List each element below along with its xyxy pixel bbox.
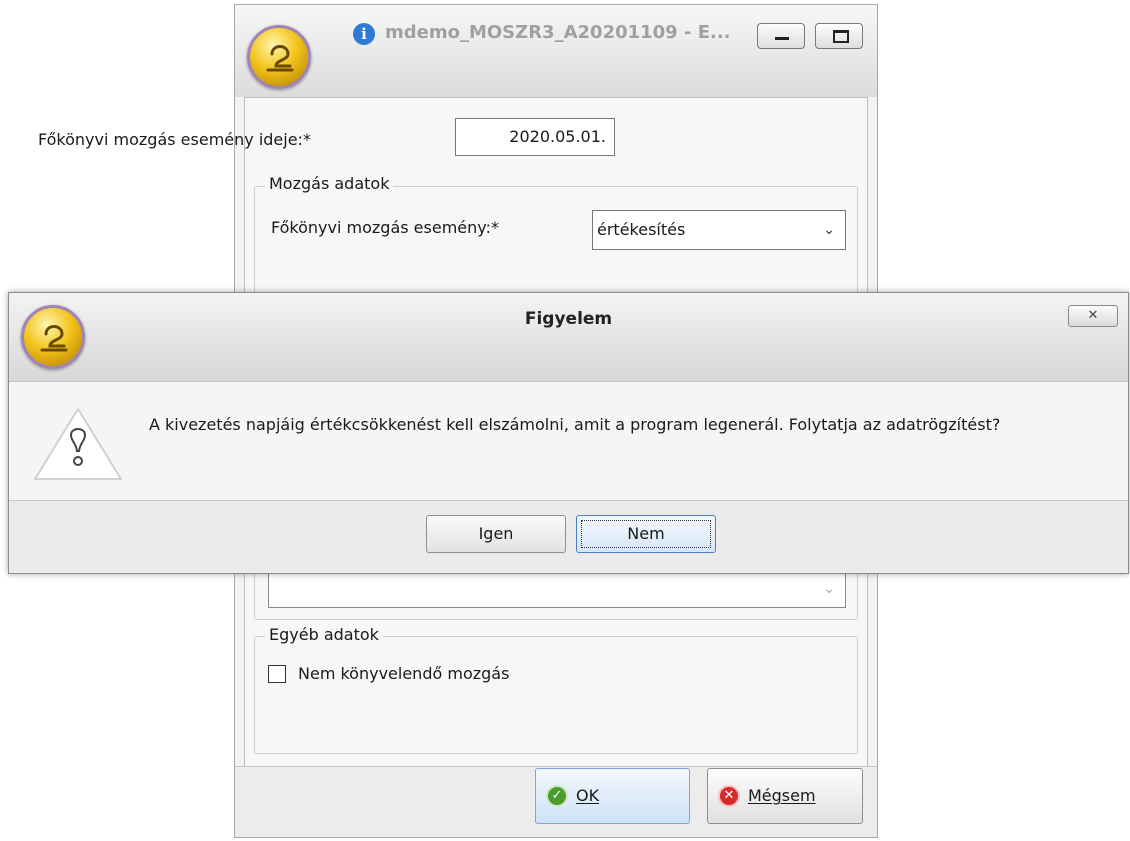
chevron-down-icon: ⌄ <box>823 222 835 238</box>
app-logo-icon <box>247 25 311 89</box>
dialog-button-bar <box>9 500 1128 573</box>
window-title: mdemo_MOSZR3_A20201109 - E... <box>385 22 731 43</box>
secondary-select[interactable]: ⌄ <box>268 570 846 608</box>
checkmark-icon: ✓ <box>546 785 568 807</box>
maximize-icon <box>833 30 849 43</box>
yes-button[interactable]: Igen <box>426 515 566 553</box>
ok-button-label: OK <box>576 786 600 805</box>
warning-icon <box>34 408 122 480</box>
date-label: Főkönyvi mozgás esemény ideje:* <box>38 130 311 149</box>
minimize-button[interactable] <box>757 23 805 49</box>
dialog-titlebar <box>9 293 1128 382</box>
minimize-icon <box>775 37 789 40</box>
not-bookable-checkbox[interactable] <box>268 665 286 683</box>
cancel-button-label: Mégsem <box>748 786 816 805</box>
ok-button[interactable]: ✓ OK <box>535 768 690 824</box>
movement-data-legend: Mozgás adatok <box>265 174 394 193</box>
other-data-legend: Egyéb adatok <box>265 625 383 644</box>
not-bookable-label: Nem könyvelendő mozgás <box>298 664 510 683</box>
info-icon: i <box>353 23 375 45</box>
event-label: Főkönyvi mozgás esemény:* <box>271 218 499 237</box>
dialog-title: Figyelem <box>524 309 613 329</box>
no-button[interactable]: Nem <box>576 515 716 553</box>
close-icon: ✕ <box>1087 308 1099 323</box>
other-data-group <box>254 636 858 754</box>
event-select[interactable]: értékesítés ⌄ <box>592 210 846 250</box>
maximize-button[interactable] <box>815 23 863 49</box>
event-select-value: értékesítés <box>597 220 686 239</box>
warning-dialog: Figyelem ✕ A kivezetés napjáig értékcsök… <box>8 292 1129 574</box>
close-circle-icon: ✕ <box>718 785 740 807</box>
focus-rectangle <box>581 520 711 548</box>
main-window-titlebar <box>235 5 877 97</box>
dialog-message: A kivezetés napjáig értékcsökkenést kell… <box>149 415 1001 434</box>
cancel-button[interactable]: ✕ Mégsem <box>707 768 863 824</box>
date-input[interactable]: 2020.05.01. <box>455 118 615 156</box>
dialog-close-button[interactable]: ✕ <box>1068 305 1118 327</box>
chevron-down-icon: ⌄ <box>823 581 835 597</box>
